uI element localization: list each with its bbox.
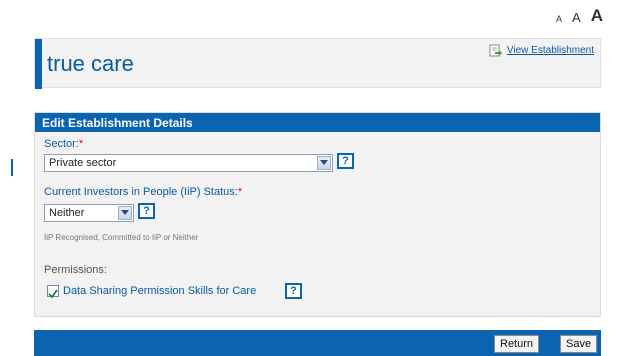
page-title: true care — [47, 51, 134, 76]
side-marker — [11, 159, 13, 176]
footer-bar: Return Save — [34, 330, 601, 356]
iip-help-button[interactable]: ? — [138, 203, 155, 219]
edit-establishment-panel: Edit Establishment Details Sector:* Priv… — [34, 112, 601, 317]
permissions-label: Permissions: — [44, 264, 107, 276]
data-sharing-label[interactable]: Data Sharing Permission Skills for Care — [63, 285, 256, 297]
save-button[interactable]: Save — [560, 335, 598, 353]
view-establishment-link[interactable]: View Establishment — [489, 44, 594, 57]
permissions-help-button[interactable]: ? — [285, 283, 302, 299]
iip-status-label: Current Investors in People (IiP) Status… — [44, 186, 242, 198]
sector-label-text: Sector: — [44, 138, 79, 150]
iip-hint-text: IiP Recognised, Committed to IiP or Neit… — [44, 233, 199, 242]
sector-label: Sector:* — [44, 138, 83, 150]
panel-header: Edit Establishment Details — [35, 113, 600, 132]
sector-select-value: Private sector — [49, 157, 117, 169]
document-arrow-icon — [489, 44, 503, 57]
font-size-medium-button[interactable]: A — [572, 11, 581, 24]
chevron-down-icon — [317, 156, 331, 170]
sector-select[interactable]: Private sector — [44, 154, 333, 172]
return-button[interactable]: Return — [494, 335, 540, 353]
font-size-controls: A A A — [556, 7, 603, 24]
title-panel: true care View Establishment — [34, 38, 601, 89]
checkmark-icon — [48, 289, 58, 299]
iip-status-select[interactable]: Neither — [44, 204, 134, 222]
iip-status-label-text: Current Investors in People (IiP) Status… — [44, 186, 238, 198]
iip-status-select-value: Neither — [49, 207, 85, 219]
chevron-down-icon — [118, 206, 132, 220]
view-establishment-label: View Establishment — [506, 45, 594, 56]
data-sharing-checkbox[interactable] — [47, 285, 59, 299]
font-size-large-button[interactable]: A — [591, 7, 603, 24]
required-marker: * — [78, 138, 84, 150]
sector-help-button[interactable]: ? — [337, 153, 354, 169]
required-marker: * — [237, 186, 243, 198]
font-size-small-button[interactable]: A — [556, 15, 562, 24]
title-accent-bar — [35, 39, 42, 89]
